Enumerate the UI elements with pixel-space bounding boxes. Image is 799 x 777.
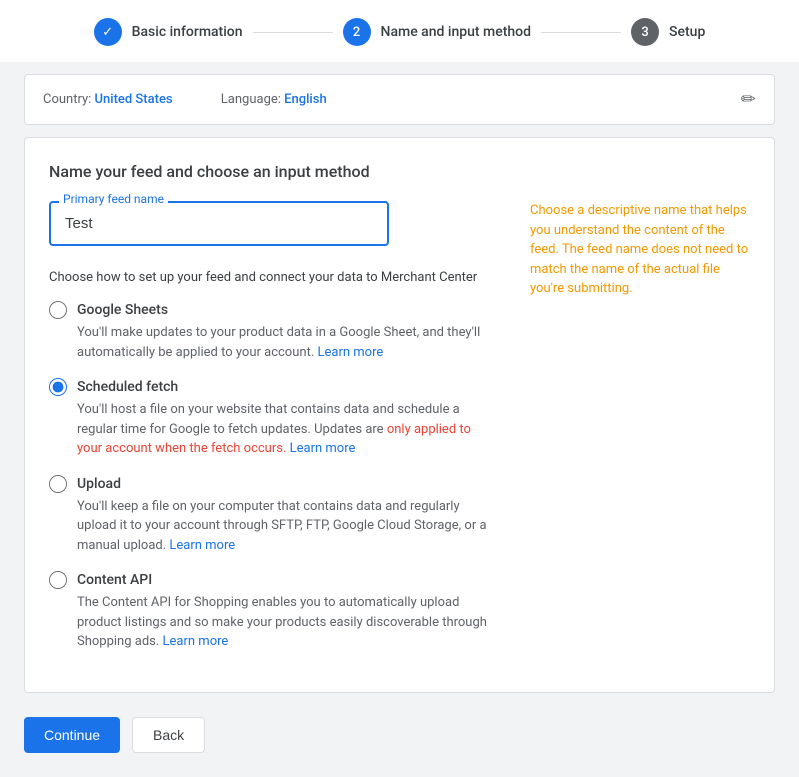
radio-desc-google-sheets: You'll make updates to your product data… — [77, 323, 490, 362]
step-label-setup: Setup — [669, 24, 705, 40]
step-name-method: 2 Name and input method — [343, 18, 532, 46]
footer: Continue Back — [0, 709, 799, 777]
info-bar-content: Country: United States Language: English — [43, 92, 327, 107]
continue-button[interactable]: Continue — [24, 717, 120, 753]
learn-more-content-api[interactable]: Learn more — [163, 634, 229, 649]
country-label: Country: — [43, 92, 91, 107]
radio-label-google-sheets[interactable]: Google Sheets — [77, 302, 168, 318]
radio-label-scheduled-fetch[interactable]: Scheduled fetch — [77, 379, 178, 395]
feed-name-label: Primary feed name — [59, 192, 168, 206]
radio-row-content-api: Content API — [49, 571, 490, 589]
radio-scheduled-fetch[interactable] — [49, 378, 67, 396]
language-value: English — [284, 92, 327, 107]
radio-option-google-sheets: Google Sheets You'll make updates to you… — [49, 301, 490, 362]
radio-option-upload: Upload You'll keep a file on your comput… — [49, 475, 490, 556]
learn-more-google-sheets[interactable]: Learn more — [317, 345, 383, 360]
step-label-basic-info: Basic information — [132, 24, 243, 40]
stepper: ✓ Basic information 2 Name and input met… — [0, 0, 799, 62]
step-connector-1 — [253, 32, 333, 33]
country-value: United States — [95, 92, 173, 107]
feed-name-input[interactable] — [49, 201, 389, 246]
highlight-text: only applied to your account when the fe… — [77, 422, 471, 457]
card-content: Primary feed name Choose how to set up y… — [49, 201, 750, 668]
radio-upload[interactable] — [49, 475, 67, 493]
card-hint: Choose a descriptive name that helps you… — [530, 201, 750, 668]
feed-name-input-group: Primary feed name — [49, 201, 389, 246]
radio-section-title: Choose how to set up your feed and conne… — [49, 270, 490, 285]
radio-row-google-sheets: Google Sheets — [49, 301, 490, 319]
learn-more-scheduled-fetch[interactable]: Learn more — [290, 441, 356, 456]
step-circle-setup: 3 — [631, 18, 659, 46]
back-button[interactable]: Back — [132, 717, 205, 753]
step-basic-info: ✓ Basic information — [94, 18, 243, 46]
radio-content-api[interactable] — [49, 571, 67, 589]
step-setup: 3 Setup — [631, 18, 705, 46]
step-connector-2 — [541, 32, 621, 33]
radio-option-content-api: Content API The Content API for Shopping… — [49, 571, 490, 652]
edit-icon[interactable]: ✏ — [741, 89, 756, 110]
radio-row-scheduled-fetch: Scheduled fetch — [49, 378, 490, 396]
step-label-name-method: Name and input method — [381, 24, 532, 40]
radio-desc-content-api: The Content API for Shopping enables you… — [77, 593, 490, 652]
step-circle-name-method: 2 — [343, 18, 371, 46]
radio-label-upload[interactable]: Upload — [77, 476, 121, 492]
step-circle-basic-info: ✓ — [94, 18, 122, 46]
learn-more-upload[interactable]: Learn more — [169, 538, 235, 553]
info-bar: Country: United States Language: English… — [24, 74, 775, 125]
radio-desc-scheduled-fetch: You'll host a file on your website that … — [77, 400, 490, 459]
main-card: Name your feed and choose an input metho… — [24, 137, 775, 693]
language-label: Language: — [221, 92, 281, 107]
card-title: Name your feed and choose an input metho… — [49, 162, 750, 181]
radio-google-sheets[interactable] — [49, 301, 67, 319]
radio-desc-upload: You'll keep a file on your computer that… — [77, 497, 490, 556]
radio-row-upload: Upload — [49, 475, 490, 493]
info-separator — [192, 92, 202, 107]
radio-option-scheduled-fetch: Scheduled fetch You'll host a file on yo… — [49, 378, 490, 459]
card-left: Primary feed name Choose how to set up y… — [49, 201, 490, 668]
radio-label-content-api[interactable]: Content API — [77, 572, 152, 588]
